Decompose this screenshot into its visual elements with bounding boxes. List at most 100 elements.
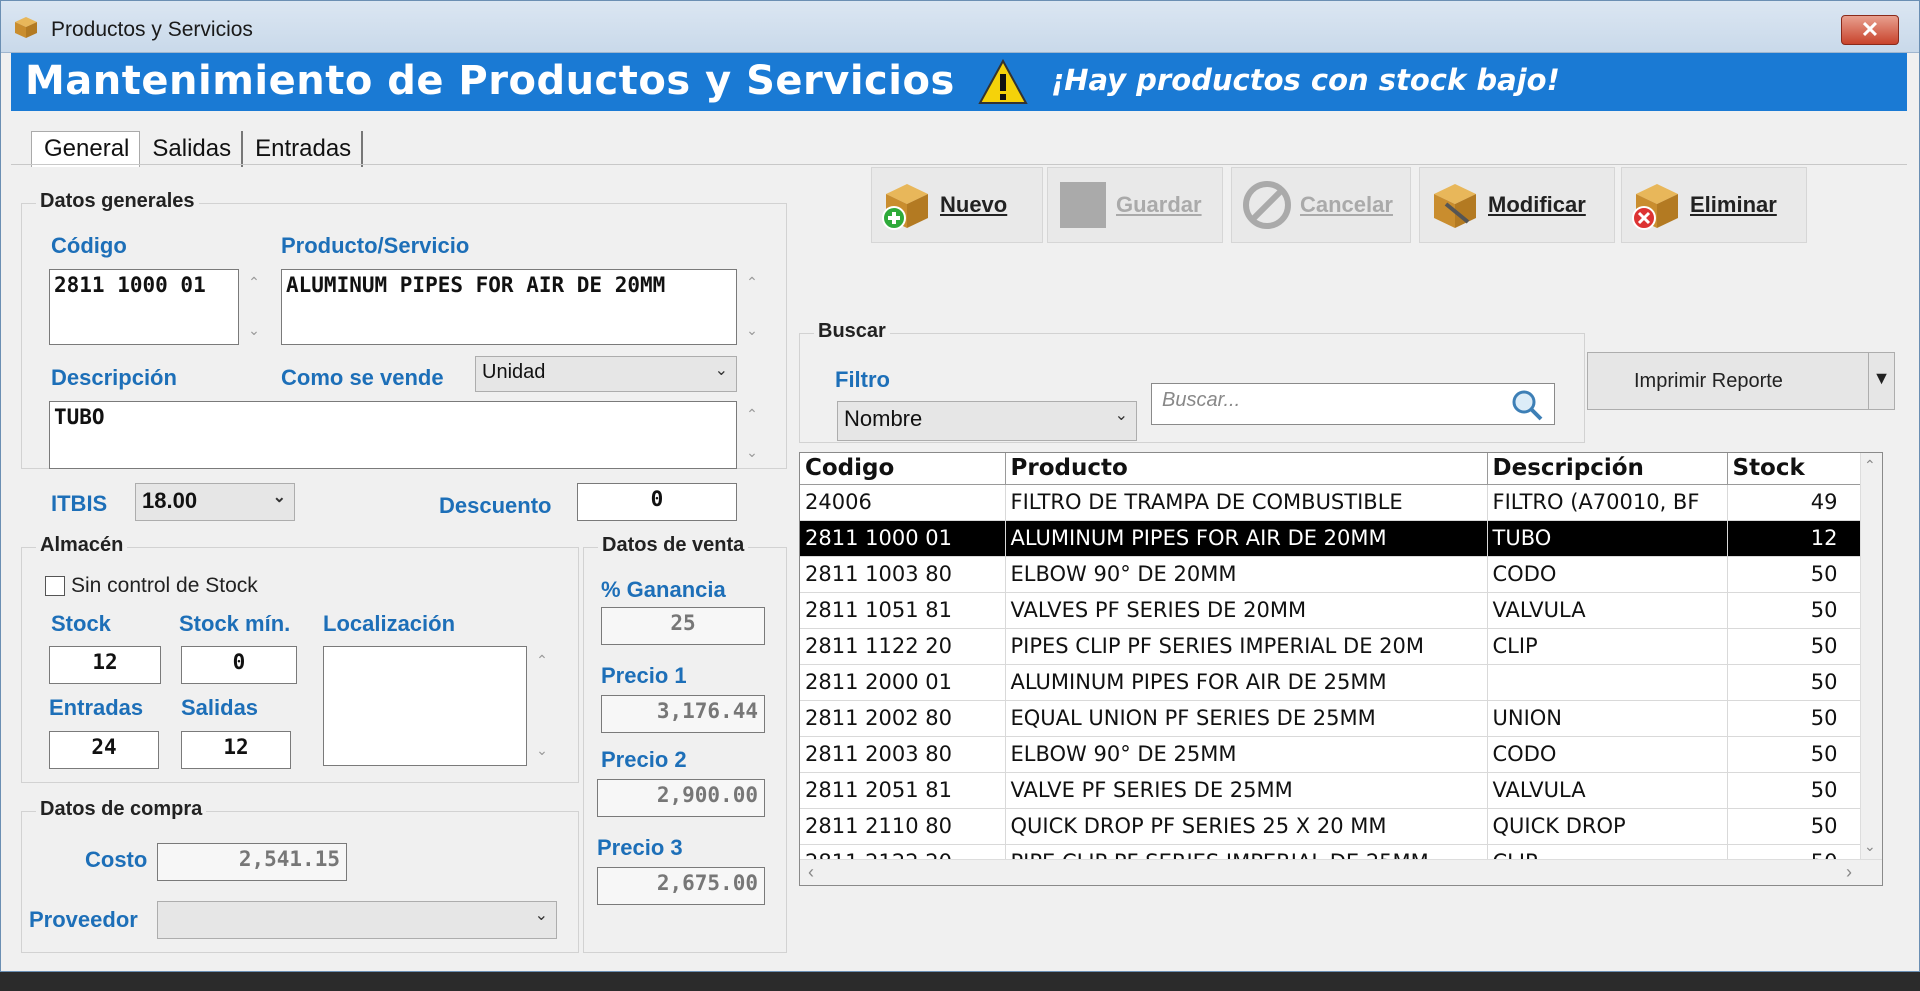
warning-icon (978, 58, 1028, 104)
table-row[interactable]: 2811 1000 01 ALUMINUM PIPES FOR AIR DE 20… (800, 520, 1863, 557)
cell-codigo: 2811 2110 80 (800, 808, 1006, 845)
stock-field[interactable]: 12 (49, 646, 161, 684)
scroll-up-icon[interactable]: ⌃ (743, 273, 761, 291)
tab-salidas[interactable]: Salidas (140, 131, 244, 167)
precio1-label: Precio 1 (601, 663, 687, 688)
horizontal-scrollbar[interactable]: ‹ › (800, 859, 1882, 885)
cancelar-button[interactable]: Cancelar (1231, 167, 1411, 243)
search-input[interactable]: Buscar... (1151, 383, 1555, 425)
scroll-down-icon[interactable]: ⌄ (533, 741, 551, 759)
scroll-up-icon[interactable]: ⌃ (1864, 457, 1876, 474)
filtro-select[interactable]: Nombre ⌄ (837, 401, 1137, 441)
precio2-field[interactable]: 2,900.00 (597, 779, 765, 817)
table-row[interactable]: 2811 2051 81 VALVE PF SERIES DE 25MM VALVU… (800, 772, 1863, 809)
column-header-descripcion[interactable]: Descripción (1487, 453, 1728, 485)
new-box-icon (882, 184, 928, 230)
cell-producto: ALUMINUM PIPES FOR AIR DE 25MM (1005, 664, 1488, 701)
tab-strip: General Salidas Entradas (31, 131, 364, 167)
chevron-down-icon: ⌄ (272, 489, 286, 506)
cell-codigo: 24006 (800, 484, 1006, 521)
cell-codigo: 2811 1003 80 (800, 556, 1006, 593)
column-header-stock[interactable]: Stock (1727, 453, 1863, 485)
cell-descripcion: FILTRO (A70010, BF (1487, 484, 1728, 521)
codigo-label: Código (51, 233, 127, 258)
itbis-select[interactable]: 18.00 ⌄ (135, 483, 295, 521)
column-header-producto[interactable]: Producto (1005, 453, 1488, 485)
cell-descripcion: TUBO (1487, 520, 1728, 557)
cell-descripcion: VALVULA (1487, 772, 1728, 809)
table-row[interactable]: 24006 FILTRO DE TRAMPA DE COMBUSTIBLE FILT… (800, 484, 1863, 521)
table-row[interactable]: 2811 2000 01 ALUMINUM PIPES FOR AIR DE 25… (800, 664, 1863, 701)
scroll-up-icon[interactable]: ⌃ (533, 651, 551, 669)
codigo-field[interactable]: 2811 1000 01 (49, 269, 239, 345)
guardar-button[interactable]: Guardar (1047, 167, 1223, 243)
search-icon[interactable] (1510, 388, 1544, 422)
scroll-down-icon[interactable]: ⌄ (1864, 838, 1876, 855)
costo-field[interactable]: 2,541.15 (157, 843, 347, 881)
cell-descripcion: UNION (1487, 700, 1728, 737)
stock-min-field[interactable]: 0 (181, 646, 297, 684)
chevron-down-icon: ⌄ (1114, 407, 1128, 424)
group-title: Buscar (814, 320, 890, 343)
cell-producto: ELBOW 90° DE 20MM (1005, 556, 1488, 593)
scroll-up-icon[interactable]: ⌃ (743, 405, 761, 423)
group-title: Datos de compra (36, 798, 207, 821)
modificar-button[interactable]: Modificar (1419, 167, 1615, 243)
cell-producto: EQUAL UNION PF SERIES DE 25MM (1005, 700, 1488, 737)
stock-warning-text: ¡Hay productos con stock bajo! (1051, 63, 1560, 97)
filtro-value: Nombre (844, 406, 923, 431)
proveedor-select[interactable]: ⌄ (157, 901, 557, 939)
localizacion-field[interactable] (323, 646, 527, 766)
imprimir-reporte-button[interactable]: Imprimir Reporte ▼ (1587, 352, 1895, 410)
precio3-field[interactable]: 2,675.00 (597, 867, 765, 905)
table-row[interactable]: 2811 1003 80 ELBOW 90° DE 20MM CODO 50 (800, 556, 1863, 593)
group-title: Datos de venta (598, 534, 749, 557)
edit-box-icon (1434, 184, 1476, 228)
content-area: General Salidas Entradas Datos generales… (11, 111, 1907, 963)
como-se-vende-select[interactable]: Unidad ⌄ (475, 356, 737, 392)
descripcion-field[interactable]: TUBO (49, 401, 737, 469)
salidas-field[interactable]: 12 (181, 731, 291, 769)
scroll-down-icon[interactable]: ⌄ (245, 321, 263, 339)
scroll-left-icon[interactable]: ‹ (808, 862, 814, 883)
ganancia-label: % Ganancia (601, 577, 726, 602)
scroll-down-icon[interactable]: ⌄ (743, 321, 761, 339)
nuevo-button[interactable]: Nuevo (871, 167, 1043, 243)
table-row[interactable]: 2811 2002 80 EQUAL UNION PF SERIES DE 25M… (800, 700, 1863, 737)
scroll-down-icon[interactable]: ⌄ (743, 443, 761, 461)
close-button[interactable]: ✕ (1841, 15, 1899, 45)
tab-entradas[interactable]: Entradas (243, 131, 364, 167)
cell-stock: 50 (1727, 700, 1863, 737)
precio1-field[interactable]: 3,176.44 (601, 695, 765, 733)
cell-producto: VALVE PF SERIES DE 25MM (1005, 772, 1488, 809)
column-header-codigo[interactable]: Codigo (800, 453, 1006, 485)
cell-descripcion: CLIP (1487, 628, 1728, 665)
table-row[interactable]: 2811 2110 80 QUICK DROP PF SERIES 25 X 20… (800, 808, 1863, 845)
dropdown-arrow-icon[interactable]: ▼ (1868, 353, 1894, 409)
scroll-right-icon[interactable]: › (1846, 862, 1852, 883)
descuento-label: Descuento (439, 493, 552, 518)
entradas-field[interactable]: 24 (49, 731, 159, 769)
producto-field[interactable]: ALUMINUM PIPES FOR AIR DE 20MM (281, 269, 737, 345)
tab-general[interactable]: General (31, 131, 141, 167)
sin-control-stock-checkbox[interactable] (45, 576, 65, 596)
ganancia-field[interactable]: 25 (601, 607, 765, 645)
chevron-down-icon: ⌄ (534, 907, 548, 924)
scroll-up-icon[interactable]: ⌃ (245, 273, 263, 291)
table-row[interactable]: 2811 1051 81 VALVES PF SERIES DE 20MM VALV… (800, 592, 1863, 629)
page-header: Mantenimiento de Productos y Servicios ¡… (11, 53, 1907, 111)
descuento-field[interactable]: 0 (577, 483, 737, 521)
cell-codigo: 2811 2002 80 (800, 700, 1006, 737)
cell-producto: VALVES PF SERIES DE 20MM (1005, 592, 1488, 629)
products-grid[interactable]: Codigo Producto Descripción Stock 24006 F… (799, 452, 1883, 886)
cell-stock: 50 (1727, 772, 1863, 809)
table-row[interactable]: 2811 2003 80 ELBOW 90° DE 25MM CODO 50 (800, 736, 1863, 773)
table-row[interactable]: 2811 1122 20 PIPES CLIP PF SERIES IMPERIA… (800, 628, 1863, 665)
localizacion-label: Localización (323, 611, 456, 636)
cell-codigo: 2811 1000 01 (800, 520, 1006, 557)
vertical-scrollbar[interactable]: ⌃ ⌄ (1860, 453, 1882, 885)
eliminar-button[interactable]: Eliminar (1621, 167, 1807, 243)
products-table: Codigo Producto Descripción Stock 24006 F… (800, 453, 1863, 885)
cell-stock: 12 (1727, 520, 1863, 557)
window-title: Productos y Servicios (51, 18, 253, 41)
